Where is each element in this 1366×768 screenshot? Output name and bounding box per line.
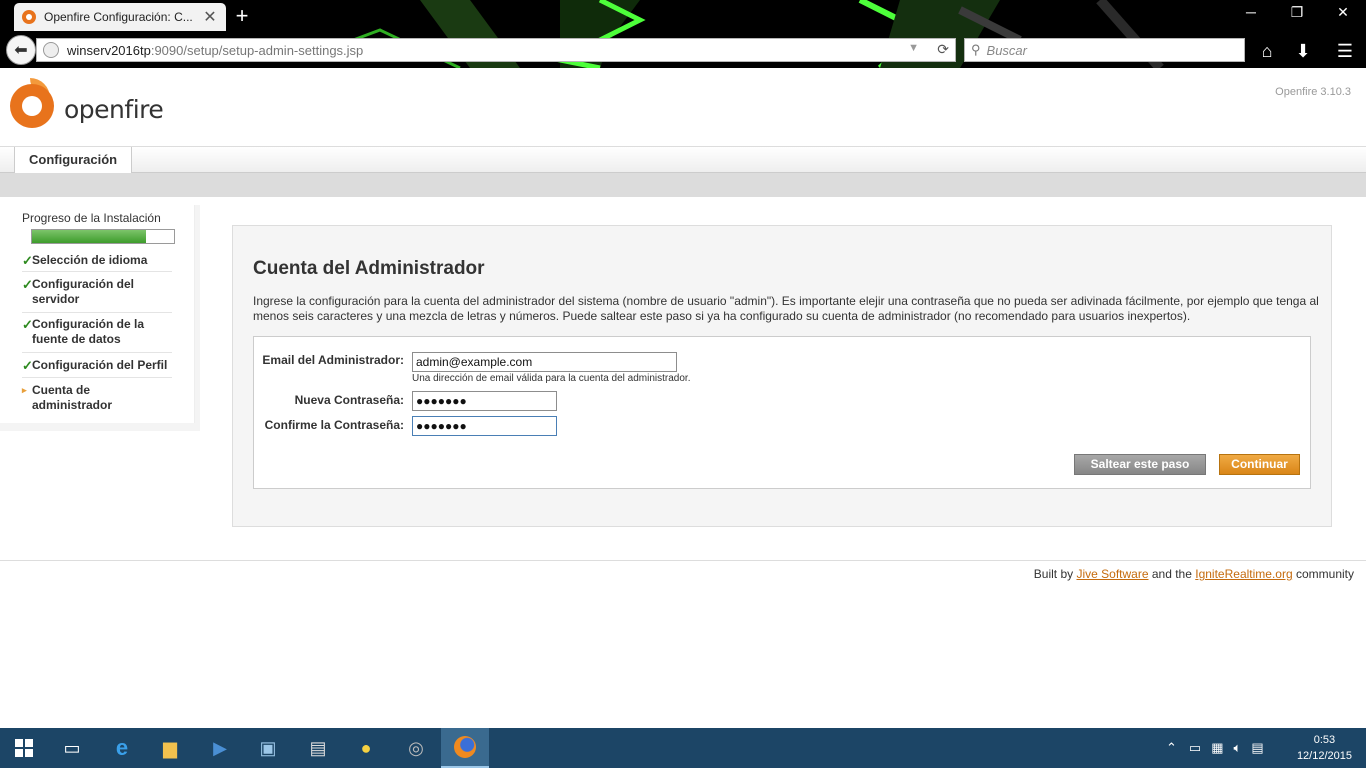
sidebar-step-perfil[interactable]: ✓ Configuración del Perfil <box>22 358 172 378</box>
server-manager-icon[interactable]: ▣ <box>244 728 292 768</box>
notifications-icon[interactable]: ▤ <box>1251 740 1263 756</box>
clock-date: 12/12/2015 <box>1296 750 1352 762</box>
tab-close-icon[interactable]: ✕ <box>202 7 218 27</box>
confirm-password-field[interactable] <box>412 416 557 436</box>
step-label: Configuración del servidor <box>32 277 134 306</box>
globe-icon <box>43 42 59 58</box>
setup-sidebar: Progreso de la Instalación ✓ Selección d… <box>0 205 200 431</box>
search-icon: ⚲ <box>971 42 981 57</box>
step-label: Cuenta de administrador <box>32 383 113 412</box>
file-explorer-icon[interactable]: ▆ <box>146 728 194 768</box>
footer-suffix: community <box>1295 567 1354 581</box>
checkmark-icon: ✓ <box>22 277 33 292</box>
volume-icon[interactable]: 🔈︎ <box>1234 740 1242 756</box>
network-icon[interactable]: ▤ <box>294 728 342 768</box>
openfire-logo: openfire <box>10 78 164 128</box>
chevron-up-icon[interactable]: ⌃ <box>1166 740 1177 756</box>
home-icon[interactable]: ⌂ <box>1255 39 1279 63</box>
progress-label: Progreso de la Instalación <box>22 211 161 225</box>
close-window-button[interactable]: ✕ <box>1328 4 1358 21</box>
openfire-logo-icon <box>10 78 54 128</box>
browser-tab[interactable]: Openfire Configuración: C... ✕ <box>14 3 226 31</box>
sidebar-step-fuente-datos[interactable]: ✓ Configuración de la fuente de datos <box>22 317 172 353</box>
jive-software-link[interactable]: Jive Software <box>1076 567 1148 581</box>
url-dropdown-icon[interactable]: ▼ <box>908 42 919 54</box>
downloads-icon[interactable]: ⬇ <box>1291 39 1315 63</box>
footer-prefix: Built by <box>1033 567 1074 581</box>
battery-icon[interactable]: ▭ <box>1189 740 1201 756</box>
confirm-password-label: Confirme la Contraseña: <box>264 418 404 432</box>
search-placeholder: Buscar <box>986 42 1027 58</box>
sidebar-step-idioma[interactable]: ✓ Selección de idioma <box>22 253 172 272</box>
sidebar-step-cuenta-admin[interactable]: ▸ Cuenta de administrador <box>22 383 172 412</box>
tab-configuracion[interactable]: Configuración <box>14 147 133 173</box>
task-view-icon[interactable]: ▭ <box>48 728 96 768</box>
admin-form: Email del Administrador: Una dirección d… <box>253 336 1311 489</box>
url-host: winserv2016tp <box>67 42 151 58</box>
firefox-icon[interactable] <box>441 728 489 768</box>
skip-step-button[interactable]: Saltear este paso <box>1074 454 1206 475</box>
ignite-realtime-link[interactable]: IgniteRealtime.org <box>1195 567 1292 581</box>
page-footer: Built by Jive Software and the IgniteRea… <box>1034 567 1354 581</box>
edge-browser-icon[interactable]: e <box>98 728 146 768</box>
taskbar-clock[interactable]: 0:53 12/12/2015 <box>1297 732 1352 764</box>
menu-icon[interactable]: ☰ <box>1333 39 1357 63</box>
checkmark-icon: ✓ <box>22 317 33 332</box>
footer-divider <box>0 560 1366 561</box>
url-path: :9090/setup/setup-admin-settings.jsp <box>150 42 364 58</box>
admin-account-panel: Cuenta del Administrador Ingrese la conf… <box>232 225 1332 527</box>
tabs-bar: Configuración <box>0 146 1366 173</box>
sub-tabs-bar <box>0 173 1366 197</box>
step-label: Configuración de la fuente de datos <box>32 317 145 346</box>
progress-bar-fill <box>32 230 146 243</box>
version-label: Openfire 3.10.3 <box>1275 86 1351 98</box>
restore-button[interactable]: ❐ <box>1282 4 1312 21</box>
password-field[interactable] <box>412 391 557 411</box>
email-help-text: Una dirección de email válida para la cu… <box>412 373 691 384</box>
url-text: winserv2016tp:9090/setup/setup-admin-set… <box>67 43 363 58</box>
firefox-logo-icon <box>454 736 476 758</box>
email-label: Email del Administrador: <box>262 353 404 367</box>
page-header: openfire Openfire 3.10.3 <box>0 68 1366 146</box>
step-label: Configuración del Perfil <box>32 358 168 372</box>
navigation-bar: winserv2016tp:9090/setup/setup-admin-set… <box>0 33 1366 68</box>
page-title: Cuenta del Administrador <box>253 258 485 279</box>
current-step-arrow-icon: ▸ <box>22 385 27 395</box>
password-label: Nueva Contraseña: <box>294 393 404 407</box>
lightbulb-icon[interactable]: ● <box>342 728 390 768</box>
logo-text: openfire <box>64 94 164 124</box>
openfire-page: openfire Openfire 3.10.3 Configuración P… <box>0 68 1366 728</box>
sidebar-step-servidor[interactable]: ✓ Configuración del servidor <box>22 277 172 313</box>
database-icon[interactable]: ◎ <box>392 728 440 768</box>
minimize-button[interactable]: ─ <box>1236 4 1266 20</box>
progress-bar <box>31 229 175 244</box>
footer-middle: and the <box>1151 567 1192 581</box>
clock-time: 0:53 <box>1313 734 1336 746</box>
windows-logo-icon <box>15 739 33 757</box>
email-field[interactable] <box>412 352 677 372</box>
start-button[interactable] <box>0 728 48 768</box>
reload-icon[interactable]: ⟳ <box>937 41 949 58</box>
powershell-icon[interactable]: ▶ <box>196 728 244 768</box>
windows-taskbar: ▭ e ▆ ▶ ▣ ▤ ● ◎ ⌃ ▭ ▦ 🔈︎ ▤ 0:53 12/12/20… <box>0 728 1366 768</box>
checkmark-icon: ✓ <box>22 358 33 373</box>
checkmark-icon: ✓ <box>22 253 33 268</box>
browser-chrome: Openfire Configuración: C... ✕ + ─ ❐ ✕ w… <box>0 0 1366 68</box>
openfire-favicon-icon <box>22 10 36 24</box>
back-button[interactable]: ⬅ <box>6 35 36 65</box>
system-tray: ⌃ ▭ ▦ 🔈︎ ▤ <box>1166 728 1264 768</box>
tab-title: Openfire Configuración: C... <box>44 10 193 24</box>
new-tab-button[interactable]: + <box>232 4 252 28</box>
step-label: Selección de idioma <box>32 253 148 267</box>
network-tray-icon[interactable]: ▦ <box>1211 740 1223 756</box>
page-description: Ingrese la configuración para la cuenta … <box>253 294 1319 323</box>
url-bar[interactable]: winserv2016tp:9090/setup/setup-admin-set… <box>36 38 956 62</box>
continue-button[interactable]: Continuar <box>1219 454 1300 475</box>
back-arrow-icon: ⬅ <box>14 42 28 59</box>
search-input[interactable]: ⚲ Buscar <box>964 38 1245 62</box>
